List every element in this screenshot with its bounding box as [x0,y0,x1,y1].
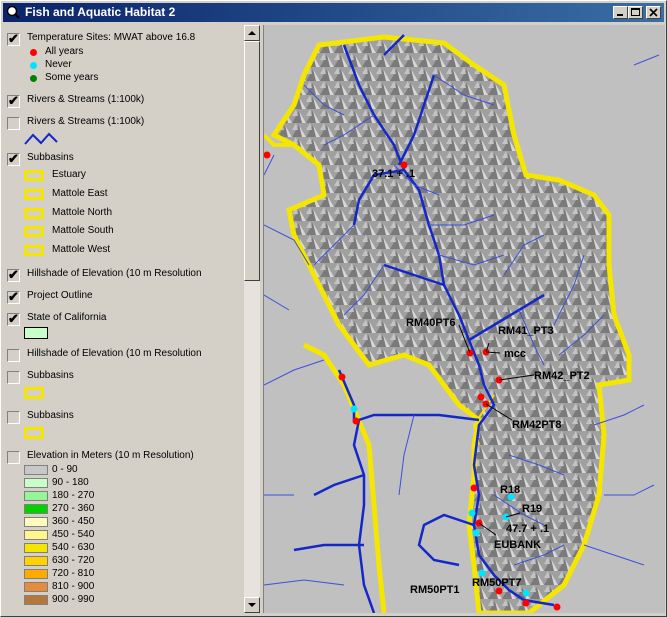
layer-checkbox-rivers-2[interactable] [7,117,20,130]
layer-label-rivers-1[interactable]: Rivers & Streams (1:100k) [27,94,144,105]
elev-swatch-0 [24,465,48,475]
minimize-button[interactable] [613,6,628,19]
elev-swatch-7 [24,556,48,566]
layer-label-state[interactable]: State of California [27,312,107,323]
title-bar[interactable]: Fish and Aquatic Habitat 2 [3,3,664,22]
legend-never: Never [45,59,72,70]
toc-scrollbar[interactable] [244,25,260,613]
elev-swatch-5 [24,530,48,540]
arrow-up-icon [248,31,256,35]
legend-all-years: All years [45,46,84,57]
legend-mattole-east: Mattole East [52,188,108,199]
elev-label-5: 450 - 540 [52,529,95,540]
layer-label-subbasins-3[interactable]: Subbasins [27,410,74,421]
subbasin-symbol-south [24,226,44,237]
elev-label-2: 180 - 270 [52,490,95,501]
subbasin-symbol-2 [24,387,44,399]
layer-label-temperature-sites[interactable]: Temperature Sites: MWAT above 16.8 [27,32,195,43]
table-of-contents: Temperature Sites: MWAT above 16.8 All y… [5,25,244,613]
elev-label-3: 270 - 360 [52,503,95,514]
layer-checkbox-state[interactable] [7,311,20,327]
map-label-eubank: EUBANK [494,539,542,551]
elev-label-4: 360 - 450 [52,516,95,527]
layer-checkbox-subbasins-2[interactable] [7,371,20,384]
scroll-up-button[interactable] [244,25,260,41]
layer-label-hillshade-1[interactable]: Hillshade of Elevation (10 m Resolution [27,268,202,279]
maximize-button[interactable] [628,6,643,19]
layer-checkbox-hillshade-1[interactable] [7,267,20,283]
layer-label-rivers-2[interactable]: Rivers & Streams (1:100k) [27,116,144,127]
subbasin-symbol-estuary [24,170,44,181]
map-label-r19: R19 [522,503,543,515]
map-label-rm40pt6: RM40PT6 [406,317,456,329]
close-icon [649,8,658,17]
legend-mattole-south: Mattole South [52,225,114,236]
elev-label-7: 630 - 720 [52,555,95,566]
layer-checkbox-rivers-1[interactable] [7,93,20,109]
elev-swatch-4 [24,517,48,527]
map-label-r18: R18 [500,484,521,496]
map-label-mcc: mcc [504,348,527,360]
elev-swatch-3 [24,504,48,514]
elev-label-0: 0 - 90 [52,464,78,475]
layer-checkbox-subbasins-3[interactable] [7,411,20,424]
layer-checkbox-project-outline[interactable] [7,289,20,305]
scroll-thumb[interactable] [244,41,260,281]
layer-checkbox-hillshade-2[interactable] [7,349,20,362]
never-symbol [30,62,37,69]
elev-swatch-2 [24,491,48,501]
close-button[interactable] [646,6,661,19]
scroll-down-button[interactable] [244,597,260,613]
legend-some-years: Some years [45,72,99,83]
elev-swatch-6 [24,543,48,553]
elev-swatch-9 [24,582,48,592]
map-canvas [264,25,665,613]
map-label-rm42pt8: RM42PT8 [512,419,562,431]
app-window: Fish and Aquatic Habitat 2 Temperature S… [0,0,667,617]
elev-swatch-8 [24,569,48,579]
legend-mattole-west: Mattole West [52,244,111,255]
elev-label-6: 540 - 630 [52,542,95,553]
subbasin-symbol-west [24,245,44,256]
elev-label-1: 90 - 180 [52,477,89,488]
stream-line-symbol [24,132,58,145]
layer-checkbox-elevation[interactable] [7,451,20,464]
elev-swatch-10 [24,595,48,605]
layer-checkbox-subbasins[interactable] [7,151,20,167]
legend-estuary: Estuary [52,169,86,180]
map-label-47-7: 47.7 + .1 [506,523,550,535]
map-label-rm41pt3: RM41_PT3 [498,325,554,337]
subbasin-symbol-east [24,189,44,200]
map-label-rm50pt1: RM50PT1 [410,584,460,596]
subbasin-symbol-3 [24,427,44,439]
all-years-symbol [30,49,37,56]
map-label-rm42pt2: RM42_PT2 [534,370,590,382]
maximize-icon [631,8,640,16]
layer-label-subbasins[interactable]: Subbasins [27,152,74,163]
window-title: Fish and Aquatic Habitat 2 [25,5,176,19]
arcview-icon [6,5,20,19]
map-view[interactable]: 37.1 + .1 RM40PT6 RM41_PT3 mcc RM42_PT2 … [263,25,665,613]
elev-label-10: 900 - 990 [52,594,95,605]
legend-mattole-north: Mattole North [52,207,113,218]
map-label-rm50pt7: RM50PT7 [472,577,522,589]
map-label-37-1: 37.1 + .1 [372,168,416,180]
elev-label-8: 720 - 810 [52,568,95,579]
layer-label-elevation[interactable]: Elevation in Meters (10 m Resolution) [27,450,194,461]
minimize-icon [617,14,623,16]
elev-swatch-1 [24,478,48,488]
layer-checkbox-temperature-sites[interactable] [7,31,20,47]
subbasin-symbol-north [24,208,44,219]
layer-label-subbasins-2[interactable]: Subbasins [27,370,74,381]
layer-label-hillshade-2[interactable]: Hillshade of Elevation (10 m Resolution [27,348,202,359]
elev-label-9: 810 - 900 [52,581,95,592]
some-years-symbol [30,75,37,82]
layer-label-project-outline[interactable]: Project Outline [27,290,93,301]
arrow-down-icon [248,603,256,607]
state-fill-symbol [24,327,48,339]
